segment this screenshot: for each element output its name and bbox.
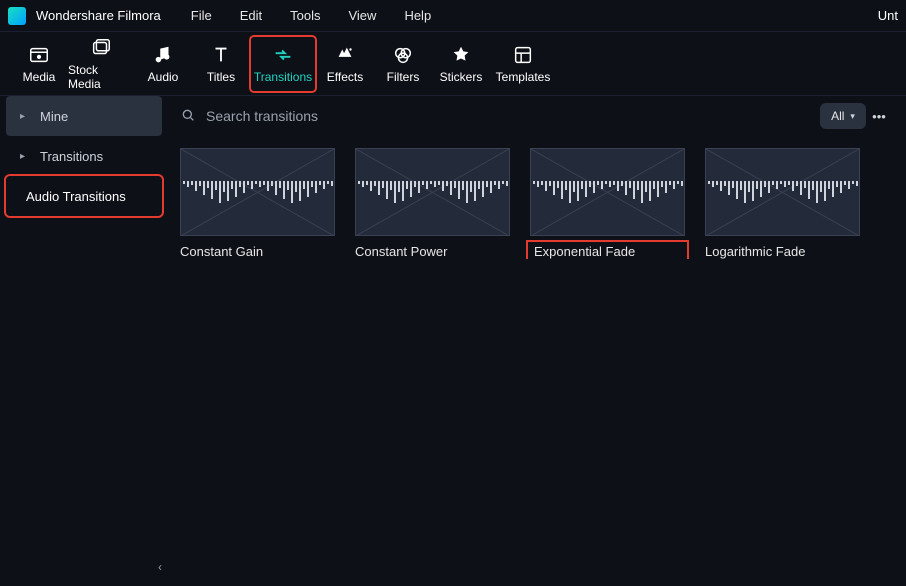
- menu-edit[interactable]: Edit: [240, 8, 262, 23]
- audio-icon: [152, 44, 174, 66]
- card-thumbnail[interactable]: [705, 148, 860, 236]
- toolbar-filters-label: Filters: [387, 70, 420, 84]
- body-area: ▸ Mine ▸ Transitions Audio Transitions ‹…: [0, 96, 906, 586]
- toolbar-effects[interactable]: Effects: [316, 36, 374, 92]
- card-label: Logarithmic Fade: [705, 244, 860, 259]
- toolbar-media-label: Media: [23, 70, 56, 84]
- titlebar: Wondershare Filmora File Edit Tools View…: [0, 0, 906, 32]
- search-wrap: [180, 107, 820, 126]
- search-input[interactable]: [206, 108, 820, 124]
- toolbar-stock-media-label: Stock Media: [68, 63, 134, 91]
- transitions-grid: Constant Gain Constant Power Exponential…: [168, 136, 906, 259]
- menu-help[interactable]: Help: [404, 8, 431, 23]
- sidebar-item-audio-transitions[interactable]: Audio Transitions: [6, 176, 162, 216]
- toolbar-transitions[interactable]: Transitions: [250, 36, 316, 92]
- filter-label: All: [831, 109, 844, 123]
- card-thumbnail[interactable]: [355, 148, 510, 236]
- effects-icon: [334, 44, 356, 66]
- card-exponential-fade[interactable]: Exponential Fade: [530, 148, 685, 259]
- card-label: Constant Gain: [180, 244, 335, 259]
- filter-dropdown[interactable]: All ▾: [820, 103, 866, 129]
- menu-file[interactable]: File: [191, 8, 212, 23]
- titles-icon: [210, 44, 232, 66]
- toolbar-effects-label: Effects: [327, 70, 363, 84]
- card-constant-power[interactable]: Constant Power: [355, 148, 510, 259]
- search-row: All ▾ •••: [168, 96, 906, 136]
- sidebar-item-transitions[interactable]: ▸ Transitions: [6, 136, 162, 176]
- card-thumbnail[interactable]: [180, 148, 335, 236]
- toolbar-transitions-label: Transitions: [254, 70, 312, 84]
- toolbar-stock-media[interactable]: Stock Media: [68, 36, 134, 92]
- sidebar-item-mine[interactable]: ▸ Mine: [6, 96, 162, 136]
- toolbar-audio[interactable]: Audio: [134, 36, 192, 92]
- chevron-down-icon: ▾: [850, 111, 855, 122]
- toolbar-stickers[interactable]: Stickers: [432, 36, 490, 92]
- app-logo-icon: [8, 7, 26, 25]
- media-icon: [28, 44, 50, 66]
- waveform-icon: [531, 181, 684, 203]
- toolbar-media[interactable]: Media: [10, 36, 68, 92]
- templates-icon: [512, 44, 534, 66]
- transitions-icon: [272, 44, 294, 66]
- search-icon: [180, 107, 196, 126]
- sidebar-item-label: Mine: [40, 109, 68, 124]
- card-label: Exponential Fade: [530, 244, 685, 259]
- main-toolbar: Media Stock Media Audio Titles Transitio…: [0, 32, 906, 96]
- waveform-icon: [706, 181, 859, 203]
- toolbar-templates-label: Templates: [496, 70, 551, 84]
- toolbar-filters[interactable]: Filters: [374, 36, 432, 92]
- stickers-icon: [450, 44, 472, 66]
- toolbar-templates[interactable]: Templates: [490, 36, 556, 92]
- menu-tools[interactable]: Tools: [290, 8, 320, 23]
- chevron-right-icon: ▸: [20, 151, 30, 162]
- menu-view[interactable]: View: [348, 8, 376, 23]
- sidebar-item-label: Transitions: [40, 149, 103, 164]
- filters-icon: [392, 44, 414, 66]
- project-title-truncated: Unt: [878, 8, 898, 23]
- toolbar-titles-label: Titles: [207, 70, 235, 84]
- sidebar: ▸ Mine ▸ Transitions Audio Transitions: [0, 96, 168, 586]
- app-title: Wondershare Filmora: [36, 8, 161, 23]
- card-constant-gain[interactable]: Constant Gain: [180, 148, 335, 259]
- more-options-button[interactable]: •••: [866, 103, 892, 129]
- sidebar-collapse-handle[interactable]: ‹: [158, 560, 168, 580]
- waveform-icon: [356, 181, 509, 203]
- toolbar-titles[interactable]: Titles: [192, 36, 250, 92]
- menubar: File Edit Tools View Help: [191, 8, 431, 23]
- stock-media-icon: [90, 37, 112, 59]
- card-logarithmic-fade[interactable]: Logarithmic Fade: [705, 148, 860, 259]
- card-label: Constant Power: [355, 244, 510, 259]
- sidebar-item-label: Audio Transitions: [26, 189, 126, 204]
- chevron-right-icon: ▸: [20, 111, 30, 122]
- content-column: All ▾ ••• Constant Gain Constant Po: [168, 96, 906, 586]
- waveform-icon: [181, 181, 334, 203]
- card-thumbnail[interactable]: [530, 148, 685, 236]
- ellipsis-icon: •••: [872, 109, 886, 124]
- toolbar-audio-label: Audio: [148, 70, 179, 84]
- toolbar-stickers-label: Stickers: [440, 70, 483, 84]
